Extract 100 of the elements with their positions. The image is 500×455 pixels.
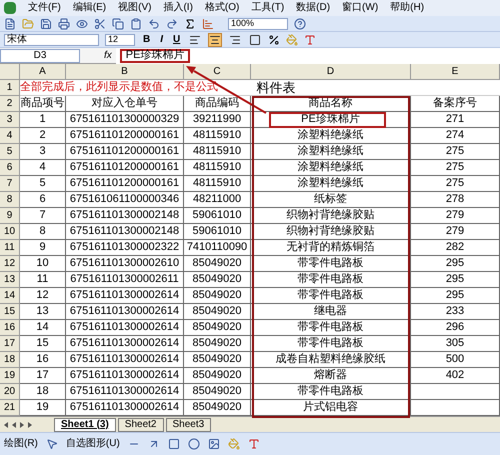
menu-item[interactable]: 视图(V) [118, 3, 152, 13]
table-cell: 233 [411, 304, 500, 320]
table-cell: 2 [20, 128, 66, 144]
table-cell: 279 [411, 224, 500, 240]
percent-icon[interactable] [268, 34, 280, 46]
pointer-icon[interactable] [46, 438, 58, 450]
column-header[interactable]: B [66, 64, 184, 80]
font-size-field[interactable]: 12 [105, 34, 135, 46]
table-cell: 17 [20, 368, 66, 384]
row-header[interactable]: 20 [0, 384, 20, 400]
fill-color-icon[interactable] [228, 438, 240, 450]
row-header[interactable]: 8 [0, 192, 20, 208]
row-header[interactable]: 12 [0, 256, 20, 272]
redo-icon[interactable] [166, 18, 178, 30]
table-cell: 48115910 [184, 176, 251, 192]
row-header[interactable]: 15 [0, 304, 20, 320]
rectangle-icon[interactable] [168, 438, 180, 450]
table-cell: 85049020 [184, 336, 251, 352]
menu-item[interactable]: 文件(F) [28, 3, 61, 13]
style-button[interactable]: B [141, 34, 152, 44]
font-color-icon[interactable] [304, 34, 316, 46]
row-header[interactable]: 9 [0, 208, 20, 224]
menu-item[interactable]: 数据(D) [296, 3, 330, 13]
zoom-field[interactable]: 100% [228, 18, 288, 30]
paste-icon[interactable] [130, 18, 142, 30]
table-cell: 675161101300002614 [66, 352, 184, 368]
menu-item[interactable]: 窗口(W) [342, 3, 378, 13]
style-button[interactable]: I [158, 34, 166, 44]
font-color-icon[interactable] [248, 438, 260, 450]
print-icon[interactable] [58, 18, 70, 30]
menu-item[interactable]: 插入(I) [163, 3, 193, 13]
table-cell: 48115910 [184, 160, 251, 176]
menu-item[interactable]: 格式(O) [204, 3, 240, 13]
menu-item[interactable]: 工具(T) [251, 3, 284, 13]
row-header[interactable]: 13 [0, 272, 20, 288]
row-header[interactable]: 4 [0, 128, 20, 144]
undo-icon[interactable] [148, 18, 160, 30]
table-cell: 675161101300002614 [66, 320, 184, 336]
table-cell: 675161101300002611 [66, 272, 184, 288]
table-cell: 纸标签 [251, 192, 411, 208]
copy-icon[interactable] [112, 18, 124, 30]
table-cell: 296 [411, 320, 500, 336]
sheet-tab[interactable]: Sheet3 [166, 418, 212, 432]
table-cell: 675161101200000161 [66, 176, 184, 192]
align-center-icon[interactable] [208, 32, 222, 46]
table-cell: 18 [20, 384, 66, 400]
name-box[interactable]: D3 [0, 48, 80, 62]
row-header[interactable]: 7 [0, 176, 20, 192]
row-header[interactable]: 19 [0, 368, 20, 384]
fill-color-icon[interactable] [286, 34, 298, 46]
row-header[interactable]: 14 [0, 288, 20, 304]
save-icon[interactable] [40, 18, 52, 30]
column-header[interactable]: E [411, 64, 500, 80]
row-header[interactable]: 3 [0, 112, 20, 128]
draw-menu[interactable]: 绘图(R) [4, 439, 38, 449]
row-header[interactable]: 6 [0, 160, 20, 176]
menu-item[interactable]: 帮助(H) [390, 3, 424, 13]
header-cell: 商品编码 [184, 96, 251, 112]
table-cell: 6 [20, 192, 66, 208]
row-header[interactable]: 5 [0, 144, 20, 160]
table-cell: 675161101300002614 [66, 384, 184, 400]
table-cell: 85049020 [184, 320, 251, 336]
font-field[interactable]: 宋体 [4, 34, 99, 46]
row-header[interactable]: 18 [0, 352, 20, 368]
preview-icon[interactable] [76, 18, 88, 30]
table-cell: 85049020 [184, 384, 251, 400]
row-header[interactable]: 10 [0, 224, 20, 240]
row-header[interactable]: 17 [0, 336, 20, 352]
image-icon[interactable] [208, 438, 220, 450]
row-header[interactable]: 2 [0, 96, 20, 112]
row-header[interactable]: 11 [0, 240, 20, 256]
table-cell: 16 [20, 352, 66, 368]
header-cell: 对应入仓单号 [66, 96, 184, 112]
table-cell: 无衬背的精炼铜箔 [251, 240, 411, 256]
table-cell: 85049020 [184, 352, 251, 368]
table-cell: 成卷自粘塑料绝缘胶纸 [251, 352, 411, 368]
chart-icon[interactable] [202, 18, 214, 30]
sum-icon[interactable] [184, 18, 196, 30]
table-cell: 带零件电路板 [251, 336, 411, 352]
table-cell: 275 [411, 144, 500, 160]
help-icon[interactable] [294, 18, 306, 30]
sheet-tab[interactable]: Sheet2 [118, 418, 164, 432]
sheet-tab[interactable]: Sheet1 (3) [54, 418, 116, 432]
column-header[interactable]: D [251, 64, 411, 80]
table-cell: 继电器 [251, 304, 411, 320]
table-cell: 295 [411, 256, 500, 272]
table-cell: 带零件电路板 [251, 320, 411, 336]
menu-item[interactable]: 编辑(E) [72, 3, 106, 13]
row-header[interactable]: 16 [0, 320, 20, 336]
cut-icon[interactable] [94, 18, 106, 30]
oval-icon[interactable] [188, 438, 200, 450]
table-cell: 带零件电路板 [251, 288, 411, 304]
style-button[interactable]: U [171, 34, 182, 44]
table-cell: 带零件电路板 [251, 272, 411, 288]
table-cell: 275 [411, 176, 500, 192]
autoshapes-menu[interactable]: 自选图形(U) [66, 439, 120, 449]
table-cell: 85049020 [184, 304, 251, 320]
table-cell: 熔断器 [251, 368, 411, 384]
new-file-icon[interactable] [4, 18, 16, 30]
column-header[interactable]: A [20, 64, 66, 80]
